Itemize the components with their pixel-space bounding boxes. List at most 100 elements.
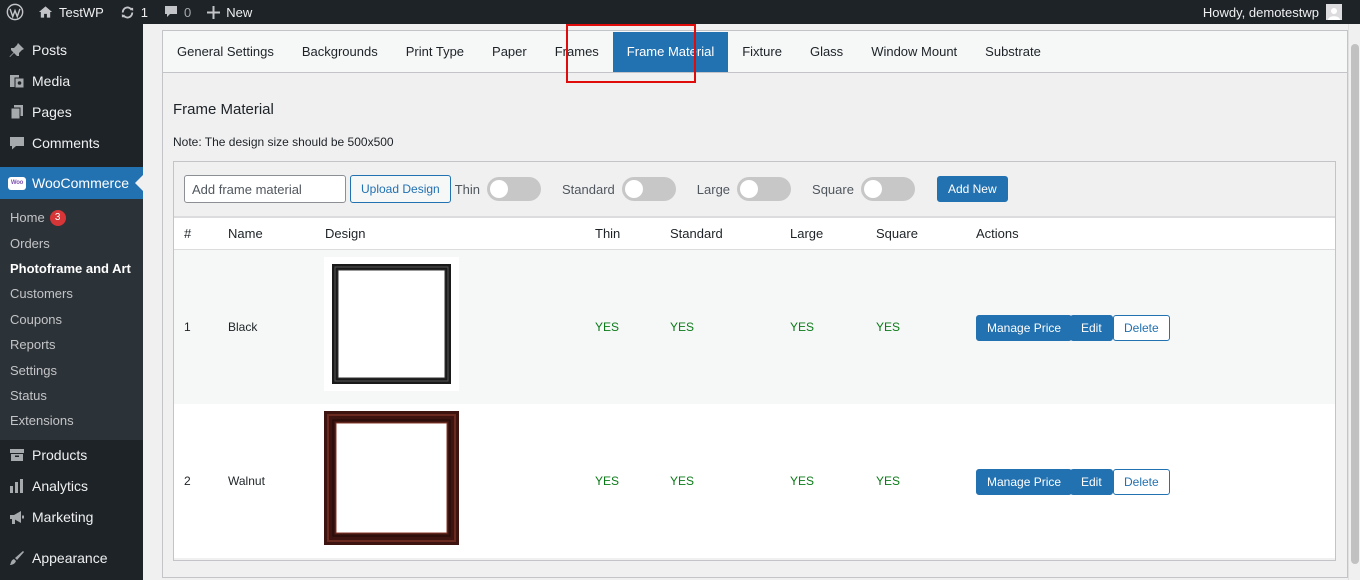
comments-icon	[7, 133, 27, 153]
submenu-settings[interactable]: Settings	[0, 357, 143, 382]
submenu-status[interactable]: Status	[0, 383, 143, 408]
submenu-photoframe-label: Photoframe and Art	[10, 260, 131, 276]
menu-marketing[interactable]: Marketing	[0, 502, 143, 533]
comments-link[interactable]: 0	[156, 0, 199, 24]
woocommerce-icon: Woo	[7, 173, 27, 193]
square-yes: YES	[876, 320, 901, 334]
manage-price-button[interactable]: Manage Price	[976, 469, 1073, 495]
frame-material-input[interactable]	[184, 175, 346, 203]
menu-comments-label: Comments	[32, 134, 100, 151]
site-name: TestWP	[59, 4, 104, 20]
submenu-home[interactable]: Home 3	[0, 205, 143, 230]
admin-bar: TestWP 1 0 New Howdy, demotestwp	[0, 0, 1360, 24]
tab-substrate[interactable]: Substrate	[971, 31, 1055, 72]
row-name: Walnut	[228, 474, 265, 488]
thin-toggle-label: Thin	[454, 181, 481, 197]
col-header-number: #	[184, 226, 192, 241]
square-toggle-label: Square	[812, 181, 854, 197]
submenu-extensions-label: Extensions	[10, 413, 74, 429]
megaphone-icon	[7, 507, 27, 527]
tab-frames[interactable]: Frames	[541, 31, 605, 72]
menu-posts[interactable]: Posts	[0, 34, 143, 65]
edit-button[interactable]: Edit	[1070, 315, 1113, 341]
menu-appearance[interactable]: Appearance	[0, 543, 143, 574]
large-toggle[interactable]	[737, 177, 792, 201]
tab-print-type[interactable]: Print Type	[392, 31, 478, 72]
updates-link[interactable]: 1	[112, 0, 156, 24]
updates-icon	[120, 5, 135, 20]
tab-window-mount[interactable]: Window Mount	[857, 31, 971, 72]
thin-yes: YES	[595, 474, 620, 488]
bar-chart-icon	[7, 476, 27, 496]
toggle-knob	[863, 180, 882, 198]
menu-comments[interactable]: Comments	[0, 127, 143, 158]
delete-button[interactable]: Delete	[1113, 469, 1170, 495]
new-label: New	[226, 4, 253, 20]
design-thumbnail-black-frame	[324, 257, 459, 391]
plus-icon	[207, 5, 221, 19]
new-content-link[interactable]: New	[199, 0, 260, 24]
submenu-settings-label: Settings	[10, 362, 57, 378]
table-row: 2 Walnut YES YES YES YES Manage Price Ed…	[174, 404, 1335, 558]
table-header: # Name Design Thin Standard Large Square…	[174, 218, 1335, 250]
home-notification-badge: 3	[49, 209, 66, 226]
manage-price-button[interactable]: Manage Price	[976, 315, 1073, 341]
avatar	[1326, 4, 1342, 20]
my-account-link[interactable]: Howdy, demotestwp	[1195, 0, 1360, 24]
submenu-coupons[interactable]: Coupons	[0, 307, 143, 332]
submenu-home-label: Home	[10, 210, 45, 226]
menu-media-label: Media	[32, 72, 71, 89]
menu-woocommerce[interactable]: Woo WooCommerce	[0, 167, 143, 199]
design-size-note: Note: The design size should be 500x500	[173, 135, 394, 149]
col-header-design: Design	[325, 226, 366, 241]
row-name: Black	[228, 320, 258, 334]
menu-marketing-label: Marketing	[32, 509, 94, 526]
submenu-orders[interactable]: Orders	[0, 230, 143, 255]
page-scrollbar[interactable]	[1348, 24, 1360, 580]
upload-design-button[interactable]: Upload Design	[350, 175, 451, 203]
menu-analytics[interactable]: Analytics	[0, 471, 143, 502]
menu-pages[interactable]: Pages	[0, 96, 143, 127]
menu-products-label: Products	[32, 447, 88, 464]
menu-appearance-label: Appearance	[32, 550, 108, 567]
menu-products[interactable]: Products	[0, 440, 143, 471]
square-yes: YES	[876, 474, 901, 488]
tab-paper[interactable]: Paper	[478, 31, 541, 72]
tab-fixture[interactable]: Fixture	[728, 31, 796, 72]
col-header-standard: Standard	[670, 226, 723, 241]
paintbrush-icon	[7, 548, 27, 568]
submenu-coupons-label: Coupons	[10, 311, 63, 327]
woocommerce-submenu: Home 3 Orders Photoframe and Art Custome…	[0, 199, 143, 440]
delete-button[interactable]: Delete	[1113, 315, 1170, 341]
section-title: Frame Material	[173, 101, 274, 118]
media-icon	[7, 71, 27, 91]
updates-count: 1	[140, 4, 149, 20]
comments-count: 0	[184, 4, 192, 20]
tab-frame-material[interactable]: Frame Material	[612, 31, 729, 72]
submenu-extensions[interactable]: Extensions	[0, 408, 143, 433]
tab-backgrounds[interactable]: Backgrounds	[288, 31, 392, 72]
site-name-link[interactable]: TestWP	[30, 0, 112, 24]
submenu-customers[interactable]: Customers	[0, 281, 143, 306]
settings-tabs: General Settings Backgrounds Print Type …	[163, 31, 1347, 73]
pages-icon	[7, 102, 27, 122]
add-new-button[interactable]: Add New	[936, 176, 1008, 202]
edit-button[interactable]: Edit	[1070, 469, 1113, 495]
menu-media[interactable]: Media	[0, 65, 143, 96]
scrollbar-thumb[interactable]	[1351, 44, 1359, 564]
wordpress-logo-icon[interactable]	[0, 0, 30, 24]
submenu-reports[interactable]: Reports	[0, 332, 143, 357]
col-header-name: Name	[228, 226, 263, 241]
tab-general-settings[interactable]: General Settings	[163, 31, 288, 72]
menu-pages-label: Pages	[32, 103, 72, 120]
submenu-photoframe-and-art[interactable]: Photoframe and Art	[0, 256, 143, 281]
square-toggle[interactable]	[860, 177, 915, 201]
thin-toggle[interactable]	[487, 177, 542, 201]
add-material-form: Upload Design Thin Standard Large Square…	[174, 162, 1335, 218]
standard-toggle[interactable]	[621, 177, 676, 201]
admin-sidebar: Posts Media Pages Comments Woo WooCommer…	[0, 24, 143, 580]
tab-glass[interactable]: Glass	[796, 31, 857, 72]
comment-bubble-icon	[164, 5, 178, 19]
design-thumbnail-walnut-frame	[324, 411, 459, 545]
large-yes: YES	[790, 474, 815, 488]
